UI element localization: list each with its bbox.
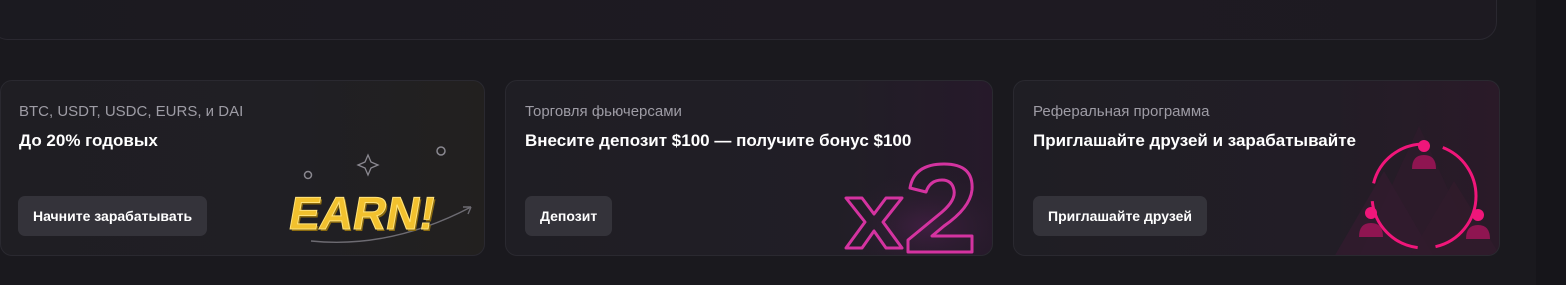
promo-card-title: До 20% годовых <box>19 131 158 150</box>
earn-illustration-text: EARN! <box>285 187 440 239</box>
promo-card-subtitle: Торговля фьючерсами <box>525 103 682 120</box>
right-edge-strip <box>1536 0 1566 285</box>
promo-card-subtitle: Реферальная программа <box>1033 103 1210 120</box>
promo-card-referral[interactable]: Реферальная программа Приглашайте друзей… <box>1013 80 1500 256</box>
promo-section: BTC, USDT, USDC, EURS, и DAI До 20% годо… <box>0 0 1566 285</box>
promo-card-title: Внесите депозит $100 — получите бонус $1… <box>525 131 912 150</box>
referral-network-icon <box>1335 126 1499 255</box>
promo-card-futures[interactable]: Торговля фьючерсами Внесите депозит $100… <box>505 80 993 256</box>
top-panel <box>0 0 1497 40</box>
invite-friends-button[interactable]: Приглашайте друзей <box>1033 196 1207 236</box>
start-earning-button[interactable]: Начните зарабатывать <box>18 196 208 236</box>
earn-badge-icon: EARN! EARN! <box>285 146 472 243</box>
promo-card-title: Приглашайте друзей и зарабатывайте <box>1033 131 1356 150</box>
x2-neon-icon <box>826 156 992 255</box>
deposit-button[interactable]: Депозит <box>525 196 613 236</box>
promo-card-earn[interactable]: BTC, USDT, USDC, EURS, и DAI До 20% годо… <box>0 80 485 256</box>
promo-card-subtitle: BTC, USDT, USDC, EURS, и DAI <box>19 103 244 120</box>
